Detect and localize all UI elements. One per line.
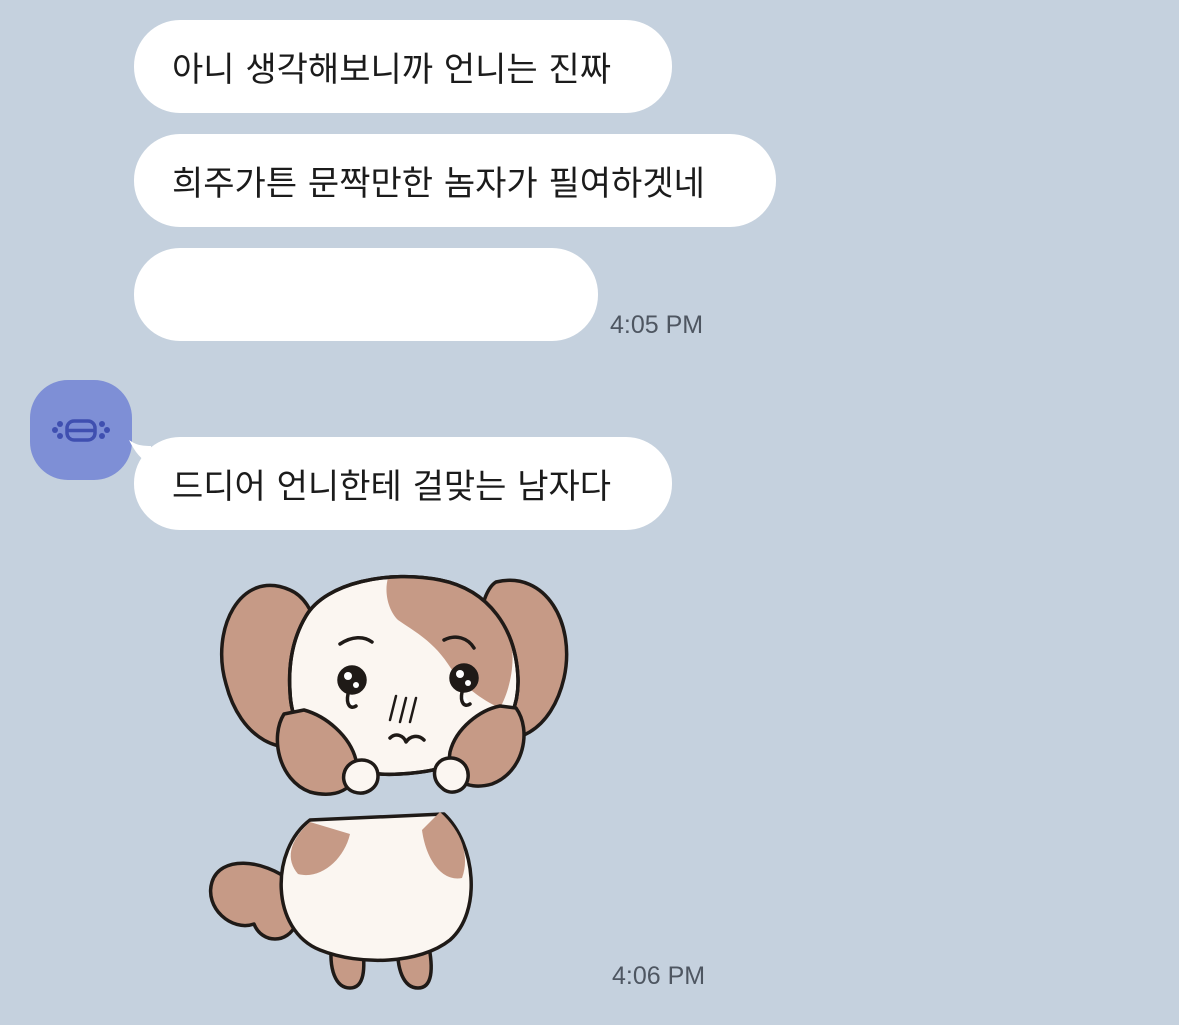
message-bubble[interactable]: 아니 생각해보니까 언니는 진짜 bbox=[134, 20, 672, 113]
message-bubble[interactable]: 드디어 언니한테 걸맞는 남자다 bbox=[134, 437, 672, 530]
crying-puppy-sticker[interactable] bbox=[200, 560, 590, 1000]
message-bubble[interactable]: 희주가튼 문짝만한 놈자가 필여하겟네 bbox=[134, 134, 776, 227]
message-bubble-redacted[interactable] bbox=[134, 248, 598, 341]
message-timestamp: 4:05 PM bbox=[610, 311, 704, 339]
message-timestamp: 4:06 PM bbox=[612, 962, 706, 990]
right-paw bbox=[432, 756, 470, 794]
masked-face-icon bbox=[52, 419, 110, 442]
left-paw bbox=[341, 758, 380, 795]
right-eye bbox=[449, 663, 479, 693]
message-text: 희주가튼 문짝만한 놈자가 필여하겟네 bbox=[172, 164, 705, 204]
message-text: 아니 생각해보니까 언니는 진짜 bbox=[172, 50, 612, 90]
message-text: 드디어 언니한테 걸맞는 남자다 bbox=[172, 467, 612, 507]
sender-avatar[interactable] bbox=[30, 380, 132, 480]
left-eye bbox=[337, 665, 367, 695]
